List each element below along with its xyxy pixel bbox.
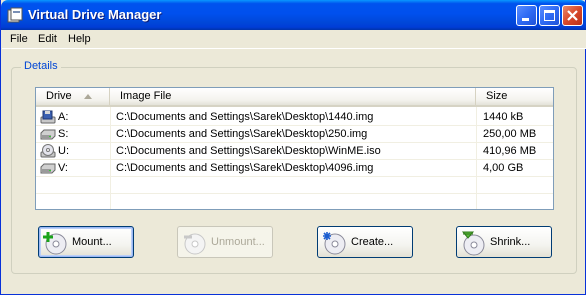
maximize-button[interactable]: [539, 5, 560, 26]
empty-row: [36, 194, 553, 209]
mount-button[interactable]: Mount...: [38, 226, 134, 258]
shrink-disc-icon: [461, 231, 485, 256]
maximize-icon: [544, 10, 555, 21]
minimize-button[interactable]: [516, 5, 537, 26]
close-icon: [567, 10, 578, 21]
image-size: 1440 kB: [483, 111, 524, 123]
minimize-icon: [522, 18, 529, 21]
mount-label: Mount...: [72, 236, 112, 248]
column-header-size[interactable]: Size: [476, 88, 553, 105]
image-size: 410,96 MB: [483, 145, 537, 157]
list-header: Drive Image File Size: [36, 88, 553, 107]
create-button[interactable]: Create...: [317, 226, 413, 258]
window-title: Virtual Drive Manager: [28, 7, 162, 22]
menu-bar: File Edit Help: [2, 30, 586, 49]
column-header-image-file[interactable]: Image File: [110, 88, 476, 105]
table-row[interactable]: V: C:\Documents and Settings\Sarek\Deskt…: [36, 160, 553, 177]
shrink-label: Shrink...: [490, 236, 531, 248]
image-size: 4,00 GB: [483, 162, 524, 174]
app-icon: [7, 7, 23, 23]
unmount-label: Unmount...: [211, 236, 265, 248]
main-window: Virtual Drive Manager File Edit Help Det…: [0, 0, 586, 295]
hard-drive-icon: [40, 163, 56, 174]
image-path: C:\Documents and Settings\Sarek\Desktop\…: [116, 145, 381, 157]
unmount-button[interactable]: Unmount...: [177, 226, 273, 258]
details-legend: Details: [21, 60, 61, 72]
hard-drive-icon: [40, 129, 56, 140]
menu-file[interactable]: File: [10, 33, 28, 45]
image-path: C:\Documents and Settings\Sarek\Desktop\…: [116, 128, 368, 140]
image-size: 250,00 MB: [483, 128, 537, 140]
empty-row: [36, 177, 553, 194]
sort-ascending-icon: [84, 94, 92, 99]
image-path: C:\Documents and Settings\Sarek\Desktop\…: [116, 162, 374, 174]
image-path: C:\Documents and Settings\Sarek\Desktop\…: [116, 111, 374, 123]
drive-letter: A:: [58, 111, 69, 123]
create-disc-icon: [323, 232, 346, 255]
floppy-drive-icon: [40, 110, 56, 124]
menu-edit[interactable]: Edit: [38, 33, 57, 45]
title-bar[interactable]: Virtual Drive Manager: [1, 0, 586, 30]
table-row[interactable]: S: C:\Documents and Settings\Sarek\Deskt…: [36, 126, 553, 143]
close-button[interactable]: [562, 5, 583, 26]
menu-help[interactable]: Help: [68, 33, 91, 45]
create-label: Create...: [351, 236, 394, 248]
drive-list[interactable]: Drive Image File Size A: C:\Documents an…: [35, 87, 554, 210]
drive-letter: S:: [58, 128, 69, 140]
drive-letter: U:: [58, 145, 69, 157]
table-row[interactable]: U: C:\Documents and Settings\Sarek\Deskt…: [36, 143, 553, 160]
drive-letter: V:: [58, 162, 68, 174]
shrink-button[interactable]: Shrink...: [456, 226, 552, 258]
mount-disc-icon: [43, 232, 67, 255]
column-header-drive[interactable]: Drive: [36, 88, 110, 105]
table-row[interactable]: A: C:\Documents and Settings\Sarek\Deskt…: [36, 109, 553, 126]
unmount-disc-icon: [184, 233, 206, 255]
cd-drive-icon: [40, 144, 56, 158]
